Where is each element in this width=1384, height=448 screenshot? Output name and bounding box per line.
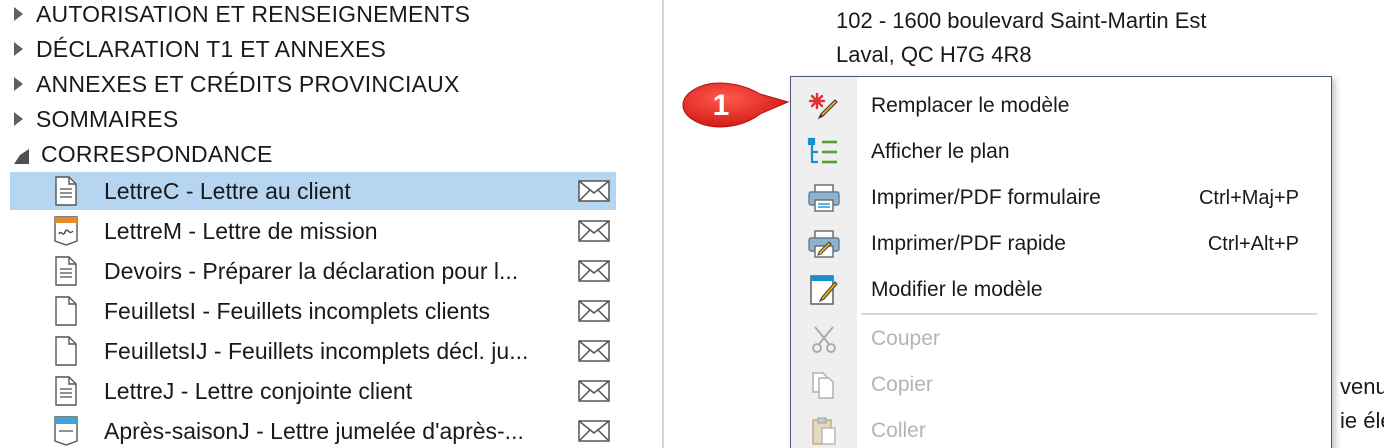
menu-item-label: Copier bbox=[871, 373, 933, 396]
letter-text-fragment: venu bbox=[1340, 374, 1384, 399]
expand-arrow-icon[interactable] bbox=[14, 42, 23, 56]
envelope-icon[interactable] bbox=[578, 180, 610, 202]
expand-arrow-icon[interactable] bbox=[14, 77, 23, 91]
menu-item-shortcut: Ctrl+Alt+P bbox=[1207, 233, 1299, 255]
tree-item-lettrem[interactable]: LettreM - Lettre de mission bbox=[10, 212, 616, 250]
document-lines-icon bbox=[55, 376, 77, 406]
menu-item-label: Couper bbox=[871, 327, 940, 350]
envelope-icon[interactable] bbox=[578, 220, 610, 242]
tree-section-correspondance[interactable]: CORRESPONDANCE bbox=[14, 137, 273, 171]
tree-item-feuilletsij[interactable]: FeuilletsIJ - Feuillets incomplets décl.… bbox=[10, 332, 616, 370]
address-line-2: Laval, QC H7G 4R8 bbox=[836, 42, 1032, 67]
menu-item-imprimer-rapide[interactable]: Imprimer/PDF rapide Ctrl+Alt+P bbox=[791, 221, 1331, 267]
tree-section-label: ANNEXES ET CRÉDITS PROVINCIAUX bbox=[36, 70, 460, 97]
tree-section-label: DÉCLARATION T1 ET ANNEXES bbox=[36, 35, 387, 62]
menu-item-label: Remplacer le modèle bbox=[871, 94, 1070, 117]
envelope-icon[interactable] bbox=[578, 340, 610, 362]
tree-section-label: CORRESPONDANCE bbox=[41, 140, 273, 167]
expand-arrow-icon[interactable] bbox=[14, 7, 23, 21]
menu-item-label: Imprimer/PDF formulaire bbox=[871, 186, 1101, 209]
menu-item-remplacer-modele[interactable]: Remplacer le modèle bbox=[791, 83, 1331, 129]
menu-item-modifier-modele[interactable]: Modifier le modèle bbox=[791, 267, 1331, 313]
menu-item-copier[interactable]: Copier bbox=[791, 362, 1331, 408]
tree-section-annexes-provinciales[interactable]: ANNEXES ET CRÉDITS PROVINCIAUX bbox=[14, 67, 460, 101]
collapse-arrow-icon[interactable] bbox=[14, 148, 29, 164]
menu-item-coller[interactable]: Coller bbox=[791, 408, 1331, 448]
step-callout-badge: 1 bbox=[682, 82, 790, 128]
menu-item-label: Imprimer/PDF rapide bbox=[871, 232, 1066, 255]
menu-item-couper[interactable]: Couper bbox=[791, 316, 1331, 362]
tree-section-sommaires[interactable]: SOMMAIRES bbox=[14, 102, 178, 136]
signature-document-icon bbox=[54, 216, 78, 246]
tree-item-label: Après-saisonJ - Lettre jumelée d'après-.… bbox=[104, 418, 524, 444]
menu-item-shortcut: Ctrl+Maj+P bbox=[1198, 187, 1299, 209]
document-lines-icon bbox=[55, 176, 77, 206]
blank-document-icon bbox=[55, 296, 77, 326]
document-lines-icon bbox=[55, 256, 77, 286]
menu-separator bbox=[861, 313, 1317, 315]
tree-item-label: Devoirs - Préparer la déclaration pour l… bbox=[104, 258, 519, 284]
menu-item-label: Coller bbox=[871, 419, 926, 442]
tree-section-autorisation[interactable]: AUTORISATION ET RENSEIGNEMENTS bbox=[14, 0, 470, 31]
tree-item-lettrej[interactable]: LettreJ - Lettre conjointe client bbox=[10, 372, 616, 410]
scissors-icon bbox=[812, 326, 836, 353]
tree-item-apres-saisonj[interactable]: Après-saisonJ - Lettre jumelée d'après-.… bbox=[10, 412, 616, 448]
quick-print-icon bbox=[808, 230, 840, 258]
tree-item-devoirs[interactable]: Devoirs - Préparer la déclaration pour l… bbox=[10, 252, 616, 290]
tree-item-label: LettreC - Lettre au client bbox=[104, 178, 351, 204]
envelope-icon[interactable] bbox=[578, 420, 610, 442]
envelope-icon[interactable] bbox=[578, 300, 610, 322]
context-menu: Remplacer le modèle Afficher le plan Imp… bbox=[790, 76, 1332, 448]
menu-item-imprimer-formulaire[interactable]: Imprimer/PDF formulaire Ctrl+Maj+P bbox=[791, 175, 1331, 221]
tree-item-label: FeuilletsI - Feuillets incomplets client… bbox=[104, 298, 491, 324]
tree-item-feuilletsi[interactable]: FeuilletsI - Feuillets incomplets client… bbox=[10, 292, 616, 330]
edit-template-icon bbox=[810, 275, 838, 305]
menu-item-label: Modifier le modèle bbox=[871, 278, 1043, 301]
address-line-1: 102 - 1600 boulevard Saint-Martin Est bbox=[836, 8, 1207, 33]
callout-number: 1 bbox=[713, 89, 730, 122]
paste-icon bbox=[812, 417, 836, 445]
printer-icon bbox=[808, 184, 840, 212]
outline-tree-icon bbox=[807, 137, 837, 164]
letter-text-fragment: ie éle bbox=[1340, 408, 1384, 433]
tree-item-label: LettreJ - Lettre conjointe client bbox=[104, 378, 413, 404]
form-tree-panel: AUTORISATION ET RENSEIGNEMENTS DÉCLARATI… bbox=[0, 0, 662, 448]
tree-section-declaration-t1[interactable]: DÉCLARATION T1 ET ANNEXES bbox=[14, 32, 386, 66]
blank-document-icon bbox=[55, 336, 77, 366]
tree-item-lettrec[interactable]: LettreC - Lettre au client bbox=[10, 172, 616, 210]
menu-item-afficher-plan[interactable]: Afficher le plan bbox=[791, 129, 1331, 175]
envelope-icon[interactable] bbox=[578, 380, 610, 402]
tree-section-label: AUTORISATION ET RENSEIGNEMENTS bbox=[36, 0, 471, 27]
tree-section-label: SOMMAIRES bbox=[36, 105, 179, 132]
menu-item-label: Afficher le plan bbox=[871, 140, 1010, 163]
copy-icon bbox=[812, 372, 834, 399]
tree-item-label: LettreM - Lettre de mission bbox=[104, 218, 378, 244]
envelope-icon[interactable] bbox=[578, 260, 610, 282]
expand-arrow-icon[interactable] bbox=[14, 112, 23, 126]
tree-item-label: FeuilletsIJ - Feuillets incomplets décl.… bbox=[104, 338, 529, 364]
blue-header-document-icon bbox=[54, 416, 78, 446]
replace-template-icon bbox=[808, 92, 838, 120]
